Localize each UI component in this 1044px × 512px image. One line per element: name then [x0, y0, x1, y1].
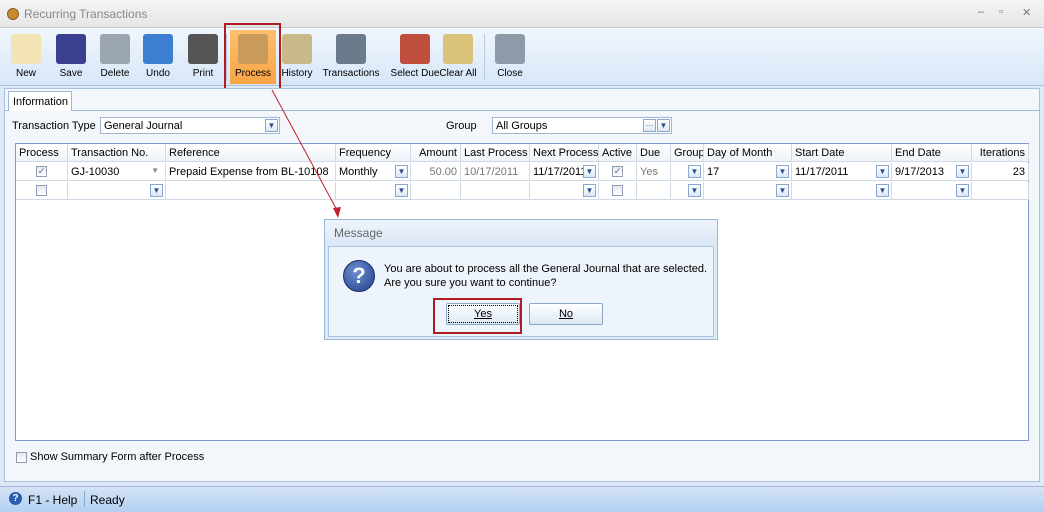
no-label: No	[558, 308, 574, 320]
yes-highlight-box	[433, 298, 522, 334]
no-button[interactable]: No	[529, 303, 603, 325]
question-icon: ?	[343, 260, 375, 292]
dialog-title: Message	[325, 220, 717, 245]
dialog-message-line2: Are you sure you want to continue?	[384, 277, 557, 289]
dialog-message-line1: You are about to process all the General…	[384, 263, 708, 275]
